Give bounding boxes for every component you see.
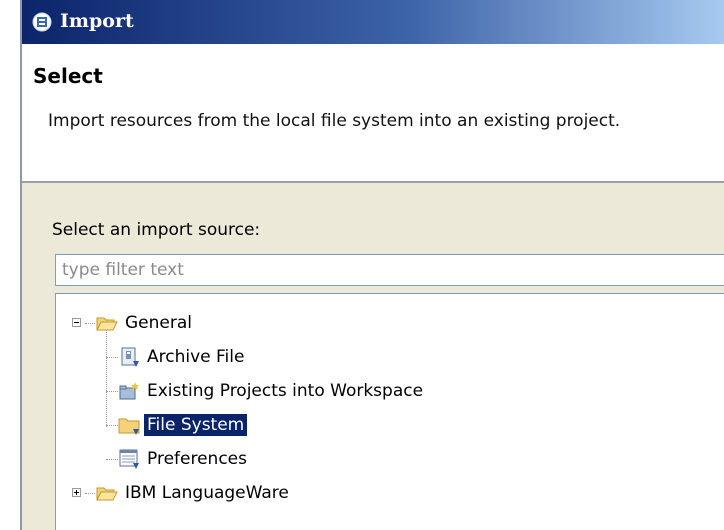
wizard-body: Select an import source: General	[22, 183, 724, 530]
tree-item-preferences[interactable]: Preferences	[118, 445, 250, 473]
tree-item-label: Archive File	[147, 347, 245, 367]
page-title: Select	[33, 64, 103, 88]
tree-item-label: Existing Projects into Workspace	[147, 381, 424, 401]
import-wizard-icon	[32, 12, 52, 32]
tree-item-existing-projects[interactable]: Existing Projects into Workspace	[118, 377, 426, 405]
filter-input[interactable]	[55, 254, 724, 286]
tree-item-label: File System	[144, 414, 248, 436]
wizard-header: Select Import resources from the local f…	[22, 44, 724, 183]
tree-item-archive-file[interactable]: Archive File	[118, 343, 247, 371]
preferences-icon	[119, 449, 139, 469]
tree-connector	[85, 323, 95, 324]
tree-connector	[106, 357, 118, 358]
tree-connector	[106, 459, 118, 460]
folder-open-icon	[96, 317, 118, 331]
expand-toggle-ibm-languageware[interactable]	[72, 488, 81, 497]
tree-item-file-system[interactable]: File System	[118, 411, 248, 439]
import-source-tree[interactable]: General Archive File Existing Projects i…	[55, 293, 724, 530]
tree-item-label: IBM LanguageWare	[125, 483, 289, 503]
tree-item-label: General	[125, 313, 192, 333]
window-title: Import	[60, 10, 134, 32]
tree-connector	[106, 391, 118, 392]
collapse-toggle-general[interactable]	[72, 318, 81, 327]
tree-item-ibm-languageware[interactable]: IBM LanguageWare	[96, 479, 292, 507]
tree-item-general[interactable]: General	[96, 309, 195, 337]
tree-item-label: Preferences	[147, 449, 247, 469]
page-description: Import resources from the local file sys…	[48, 111, 621, 131]
tree-connector	[106, 425, 118, 426]
existing-projects-icon	[119, 382, 139, 400]
folder-icon	[118, 418, 140, 435]
tree-connector	[85, 493, 95, 494]
archive-file-icon	[121, 347, 139, 367]
import-source-label: Select an import source:	[52, 220, 261, 240]
folder-open-icon	[96, 487, 118, 501]
title-bar[interactable]: Import	[22, 0, 724, 44]
window-left-margin	[0, 0, 20, 530]
